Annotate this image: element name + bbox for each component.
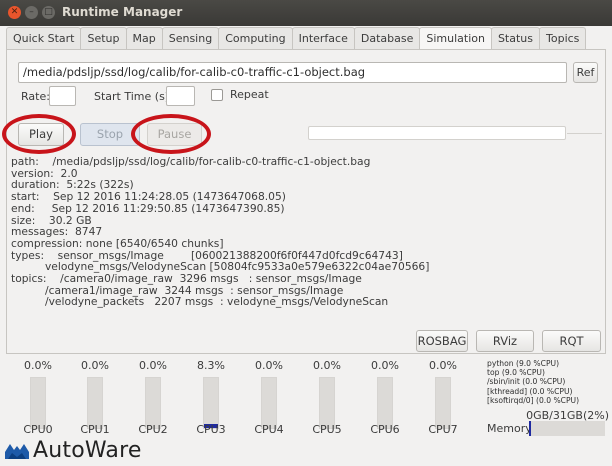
cpu-percent: 0.0% xyxy=(371,359,399,372)
memory-label: Memory xyxy=(487,422,532,435)
cpu-meter: 0.0% CPU2 xyxy=(128,357,178,437)
minimize-window-icon[interactable]: – xyxy=(25,6,38,19)
playback-progress-bar xyxy=(308,126,566,140)
start-time-label: Start Time (s): xyxy=(94,90,173,103)
close-window-icon[interactable]: ✕ xyxy=(8,6,21,19)
cpu-percent: 0.0% xyxy=(255,359,283,372)
cpu-percent: 0.0% xyxy=(313,359,341,372)
cpu-bar xyxy=(30,377,46,429)
cpu-name: CPU5 xyxy=(312,423,342,436)
bag-info-line: path: /media/pdsljp/ssd/log/calib/for-ca… xyxy=(11,155,371,168)
process-list: python (9.0 %CPU) top (9.0 %CPU)/sbin/ini… xyxy=(487,359,605,405)
cpu-bar xyxy=(377,377,393,429)
maximize-window-icon[interactable]: □ xyxy=(42,6,55,19)
rosbag-button[interactable]: ROSBAG xyxy=(416,330,468,352)
bag-info-line: /velodyne_packets 2207 msgs : velodyne_m… xyxy=(11,295,389,309)
progress-divider xyxy=(567,133,602,134)
process-item: /sbin/init (0.0 %CPU) xyxy=(487,377,566,387)
simulation-panel: /media/pdsljp/ssd/log/calib/for-calib-c0… xyxy=(2,49,606,354)
cpu-name: CPU6 xyxy=(370,423,400,436)
cpu-name: CPU4 xyxy=(254,423,284,436)
repeat-label: Repeat xyxy=(230,88,269,101)
cpu-name: CPU7 xyxy=(428,423,458,436)
cpu-bar xyxy=(435,377,451,429)
cpu-bar xyxy=(87,377,103,429)
autoware-logo: AutoWare xyxy=(4,436,142,464)
window-title: Runtime Manager xyxy=(62,5,183,19)
tab-computing[interactable]: Computing xyxy=(218,27,293,50)
tab-interface[interactable]: Interface xyxy=(291,27,355,50)
cpu-percent: 0.0% xyxy=(24,359,52,372)
cpu-meter: 8.3% CPU3 xyxy=(186,357,236,437)
cpu-name: CPU3 xyxy=(196,423,226,436)
cpu-percent: 0.0% xyxy=(139,359,167,372)
tab-status[interactable]: Status xyxy=(490,27,541,50)
cpu-meter: 0.0% CPU7 xyxy=(418,357,468,437)
autoware-logo-icon xyxy=(5,444,29,459)
cpu-meter: 0.0% CPU6 xyxy=(360,357,410,437)
cpu-bar xyxy=(203,377,219,429)
tab-topics[interactable]: Topics xyxy=(539,27,587,50)
cpu-meter: 0.0% CPU4 xyxy=(244,357,294,437)
bag-path-input[interactable]: /media/pdsljp/ssd/log/calib/for-calib-c0… xyxy=(18,62,567,83)
tab-simulation[interactable]: Simulation xyxy=(419,27,492,51)
bag-info-line: compression: none [6540/6540 chunks] xyxy=(11,236,224,250)
cpu-percent: 0.0% xyxy=(81,359,109,372)
process-item: [kthreadd] (0.0 %CPU) xyxy=(487,386,573,396)
bag-info-text: path: /media/pdsljp/ssd/log/calib/for-ca… xyxy=(11,156,429,308)
bag-info-line: end: Sep 12 2016 11:29:50.85 (1473647390… xyxy=(11,201,285,215)
cpu-meter: 0.0% CPU0 xyxy=(13,357,63,437)
tab-map[interactable]: Map xyxy=(125,27,163,50)
tab-quick-start[interactable]: Quick Start xyxy=(6,27,82,50)
cpu-name: CPU2 xyxy=(138,423,168,436)
cpu-name: CPU0 xyxy=(23,423,53,436)
title-bar: ✕ – □ Runtime Manager xyxy=(0,0,612,26)
process-item: python (9.0 %CPU) xyxy=(487,359,560,368)
ref-button[interactable]: Ref xyxy=(573,62,598,83)
cpu-name: CPU1 xyxy=(80,423,110,436)
memory-usage-fill xyxy=(529,421,531,436)
pause-highlight-ring xyxy=(131,114,211,154)
cpu-bar xyxy=(145,377,161,429)
repeat-checkbox[interactable] xyxy=(211,89,223,101)
rate-input[interactable] xyxy=(49,86,76,106)
process-item: [ksoftirqd/0] (0.0 %CPU) xyxy=(487,395,580,405)
cpu-percent: 8.3% xyxy=(197,359,225,372)
start-time-input[interactable] xyxy=(166,86,195,106)
cpu-percent: 0.0% xyxy=(429,359,457,372)
cpu-bar xyxy=(261,377,277,429)
autoware-logo-text: AutoWare xyxy=(33,437,142,463)
bag-info-line: topics: /camera0/image_raw 3296 msgs : s… xyxy=(11,272,362,286)
tab-sensing[interactable]: Sensing xyxy=(161,27,220,50)
cpu-meter: 0.0% CPU1 xyxy=(70,357,120,437)
memory-usage-bar xyxy=(529,421,605,436)
process-item: top (9.0 %CPU) xyxy=(487,368,545,378)
tab-database[interactable]: Database xyxy=(353,27,421,50)
rate-label: Rate: xyxy=(21,90,50,103)
rqt-button[interactable]: RQT xyxy=(542,330,601,352)
tab-bar: Quick Start Setup Map Sensing Computing … xyxy=(6,27,587,51)
tab-setup[interactable]: Setup xyxy=(80,27,127,50)
cpu-bar xyxy=(319,377,335,429)
play-highlight-ring xyxy=(2,114,76,154)
cpu-meter: 0.0% CPU5 xyxy=(302,357,352,437)
rviz-button[interactable]: RViz xyxy=(476,330,534,352)
